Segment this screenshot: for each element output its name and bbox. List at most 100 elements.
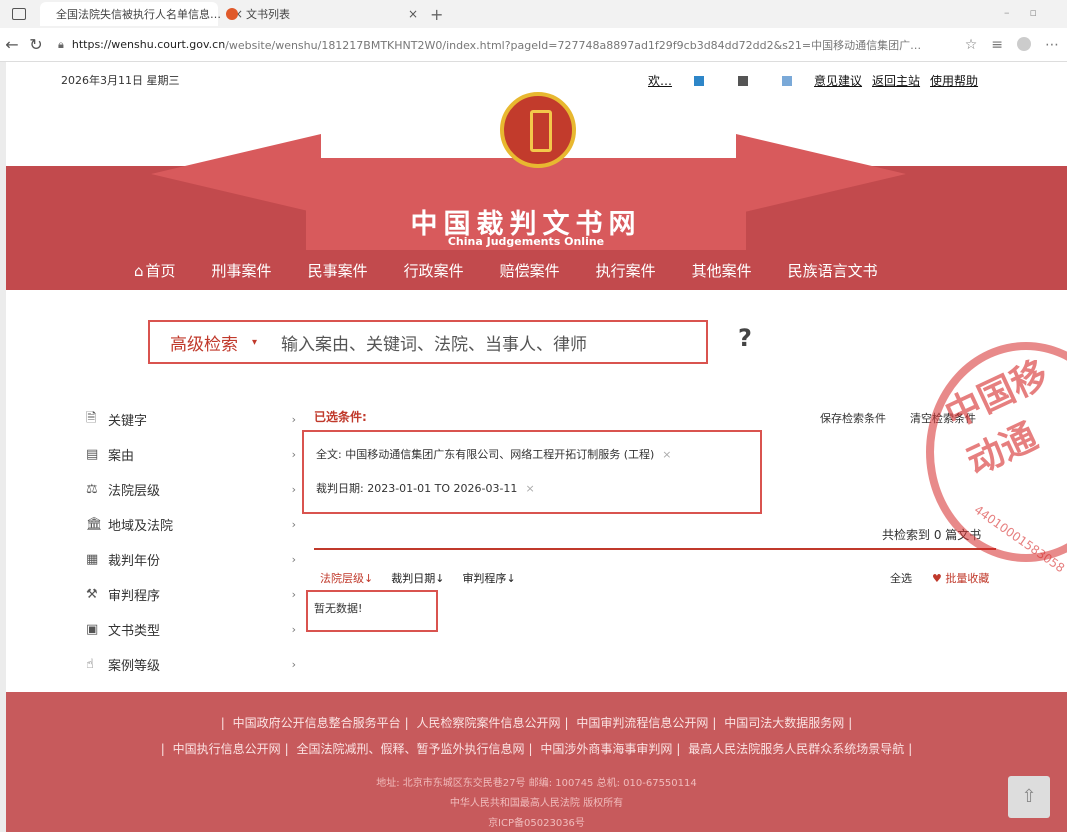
nav-other[interactable]: 其他案件 — [692, 260, 752, 281]
footer-link[interactable]: 中国执行信息公开网 — [173, 742, 281, 756]
chevron-right-icon: › — [291, 518, 296, 531]
url-path: /website/wenshu/181217BMTKHNT2W0/index.h… — [225, 38, 922, 52]
profile-icon[interactable] — [1017, 36, 1031, 51]
gavel-icon: ⚒︎ — [86, 587, 98, 602]
feedback-link[interactable]: 意见建议 — [814, 72, 862, 89]
sidebar-item-label: 审判程序 — [108, 589, 161, 604]
footer-link[interactable]: 最高人民法院服务人民群众系统场景导航 — [688, 742, 904, 756]
sidebar-item-label: 关键字 — [108, 414, 148, 429]
browser-tab-1[interactable]: 全国法院失信被执行人名单信息… × — [40, 2, 243, 26]
sidebar-item-year[interactable]: ▦ 裁判年份 › — [86, 542, 296, 577]
nav-civil[interactable]: 民事案件 — [308, 260, 368, 281]
help-link[interactable]: 使用帮助 — [930, 72, 978, 89]
sidebar-item-label: 裁判年份 — [108, 554, 161, 569]
doc-icon: 🗎︎ — [86, 410, 97, 426]
blurred-user-block — [782, 75, 793, 86]
close-tab-icon[interactable]: × — [408, 7, 418, 21]
sidebar-item-doctype[interactable]: ▣ 文书类型 › — [86, 612, 296, 647]
chevron-right-icon: › — [291, 658, 296, 671]
nav-home[interactable]: 首页 — [134, 260, 176, 281]
url-field[interactable]: 🔒︎ https://wenshu.court.gov.cn /website/… — [58, 37, 965, 53]
advanced-search-button[interactable]: 高级检索 — [170, 330, 238, 355]
sidebar-item-label: 案例等级 — [108, 659, 161, 674]
footer-link[interactable]: 中国政府公开信息整合服务平台 — [233, 716, 401, 730]
footer-link[interactable]: 中国司法大数据服务网 — [724, 716, 844, 730]
list-icon: ▤ — [86, 447, 99, 462]
sort-court-level[interactable]: 法院层级↓ — [320, 570, 373, 586]
browser-tab-2[interactable]: 文书列表 × — [218, 2, 426, 26]
condition-text: 裁判日期: 2023-01-01 TO 2026-03-11 — [316, 482, 518, 495]
main-content: 高级检索 ▾ 输入案由、关键词、法院、当事人、律师 ? 🗎︎ 关键字 › ▤ 案由 › … — [56, 290, 1012, 692]
sidebar-item-cause[interactable]: ▤ 案由 › — [86, 437, 296, 472]
condition-fulltext: 全文: 中国移动通信集团广东有限公司、网络工程开拓订制服务 (工程) × — [316, 446, 672, 462]
sidebar-item-region[interactable]: 🏛︎ 地域及法院 › — [86, 507, 296, 542]
main-site-link[interactable]: 返回主站 — [872, 72, 920, 89]
help-icon[interactable]: ? — [738, 324, 752, 352]
search-box[interactable]: 高级检索 ▾ 输入案由、关键词、法院、当事人、律师 — [148, 320, 708, 364]
batch-actions: 全选 ♥ 批量收藏 — [890, 570, 989, 586]
browser-tabbar: 全国法院失信被执行人名单信息… × 文书列表 × + –▫ — [0, 0, 1067, 28]
footer: | 中国政府公开信息整合服务平台 | 人民检察院案件信息公开网 | 中国审判流程信息… — [6, 692, 1067, 832]
footer-links-row-1: | 中国政府公开信息整合服务平台 | 人民检察院案件信息公开网 | 中国审判流程信息… — [220, 716, 853, 730]
selected-conditions-title: 已选条件: — [314, 410, 367, 424]
more-icon[interactable]: ⋯ — [1045, 37, 1059, 53]
no-data-text: 暂无数据! — [314, 602, 363, 615]
current-date: 2026年3月11日 星期三 — [61, 74, 180, 87]
nav-execution[interactable]: 执行案件 — [596, 260, 656, 281]
footer-icp[interactable]: 京ICP备05023036号 — [6, 814, 1067, 829]
batch-favorite-button[interactable]: ♥ 批量收藏 — [932, 570, 989, 586]
reload-icon[interactable]: ↻ — [24, 35, 48, 54]
footer-link[interactable]: 中国审判流程信息公开网 — [576, 716, 708, 730]
sidebar-item-label: 案由 — [108, 449, 135, 464]
search-input[interactable]: 输入案由、关键词、法院、当事人、律师 — [281, 330, 587, 355]
save-conditions-link[interactable]: 保存检索条件 — [820, 410, 886, 426]
browser-tools: ☆ ≡ ⋯ — [965, 36, 1067, 53]
chevron-down-icon[interactable]: ▾ — [252, 337, 257, 348]
tab-title: 文书列表 — [246, 8, 290, 21]
select-all-button[interactable]: 全选 — [890, 570, 912, 586]
nav-compensation[interactable]: 赔偿案件 — [500, 260, 560, 281]
footer-link[interactable]: 全国法院减刑、假释、暂予监外执行信息网 — [296, 742, 524, 756]
nav-ethnic-language[interactable]: 民族语言文书 — [788, 260, 878, 281]
page: 2026年3月11日 星期三 欢… 意见建议 返回主站 使用帮助 中国裁判文书网… — [6, 62, 1067, 832]
sidebar-item-keyword[interactable]: 🗎︎ 关键字 › — [86, 402, 296, 437]
footer-link[interactable]: 人民检察院案件信息公开网 — [416, 716, 560, 730]
site-subtitle: China Judgements Online — [447, 235, 605, 248]
sort-label: 审判程序 — [462, 572, 507, 585]
ribbon-left — [151, 134, 321, 214]
chevron-right-icon: › — [291, 448, 296, 461]
top-links: 欢… 意见建议 返回主站 使用帮助 — [648, 72, 978, 89]
remove-icon[interactable]: × — [662, 448, 671, 461]
sidebar-item-procedure[interactable]: ⚒︎ 审判程序 › — [86, 577, 296, 612]
scale-icon: ⚖︎ — [86, 482, 98, 497]
chevron-right-icon: › — [291, 553, 296, 566]
nav-administrative[interactable]: 行政案件 — [404, 260, 464, 281]
back-to-top-icon[interactable]: ⇧ — [1008, 776, 1050, 818]
sort-date[interactable]: 裁判日期↓ — [391, 570, 444, 586]
footer-links-row-2: | 中国执行信息公开网 | 全国法院减刑、假释、暂予监外执行信息网 | 中国涉外商事… — [160, 742, 913, 756]
favorites-icon[interactable]: ≡ — [991, 37, 1003, 53]
new-tab-icon[interactable]: + — [430, 5, 443, 24]
back-icon[interactable]: ← — [0, 35, 24, 54]
sidebar-item-case-level[interactable]: ☝︎ 案例等级 › — [86, 647, 296, 682]
sidebar-item-label: 地域及法院 — [108, 519, 174, 534]
nav-criminal[interactable]: 刑事案件 — [212, 260, 272, 281]
footer-address: 地址: 北京市东城区东交民巷27号 邮编: 100745 总机: 010-675… — [376, 778, 697, 789]
tab-actions-icon[interactable] — [12, 8, 26, 20]
remove-icon[interactable]: × — [525, 482, 534, 495]
sort-label: 裁判日期 — [391, 572, 436, 585]
court-favicon-icon — [226, 8, 238, 20]
window-controls[interactable]: –▫ — [1004, 6, 1057, 19]
doctype-icon: ▣ — [86, 622, 99, 637]
star-icon[interactable]: ☆ — [965, 37, 978, 53]
sort-procedure[interactable]: 审判程序↓ — [462, 570, 515, 586]
building-icon: 🏛︎ — [86, 517, 103, 532]
lock-icon[interactable]: 🔒︎ — [58, 38, 64, 52]
condition-date: 裁判日期: 2023-01-01 TO 2026-03-11 × — [316, 480, 535, 496]
footer-link[interactable]: 中国涉外商事海事审判网 — [540, 742, 672, 756]
sidebar-item-label: 文书类型 — [108, 624, 161, 639]
chevron-right-icon: › — [291, 413, 296, 426]
no-data-box: 暂无数据! — [306, 590, 438, 632]
welcome-text[interactable]: 欢… — [648, 72, 672, 89]
sidebar-item-court-level[interactable]: ⚖︎ 法院层级 › — [86, 472, 296, 507]
